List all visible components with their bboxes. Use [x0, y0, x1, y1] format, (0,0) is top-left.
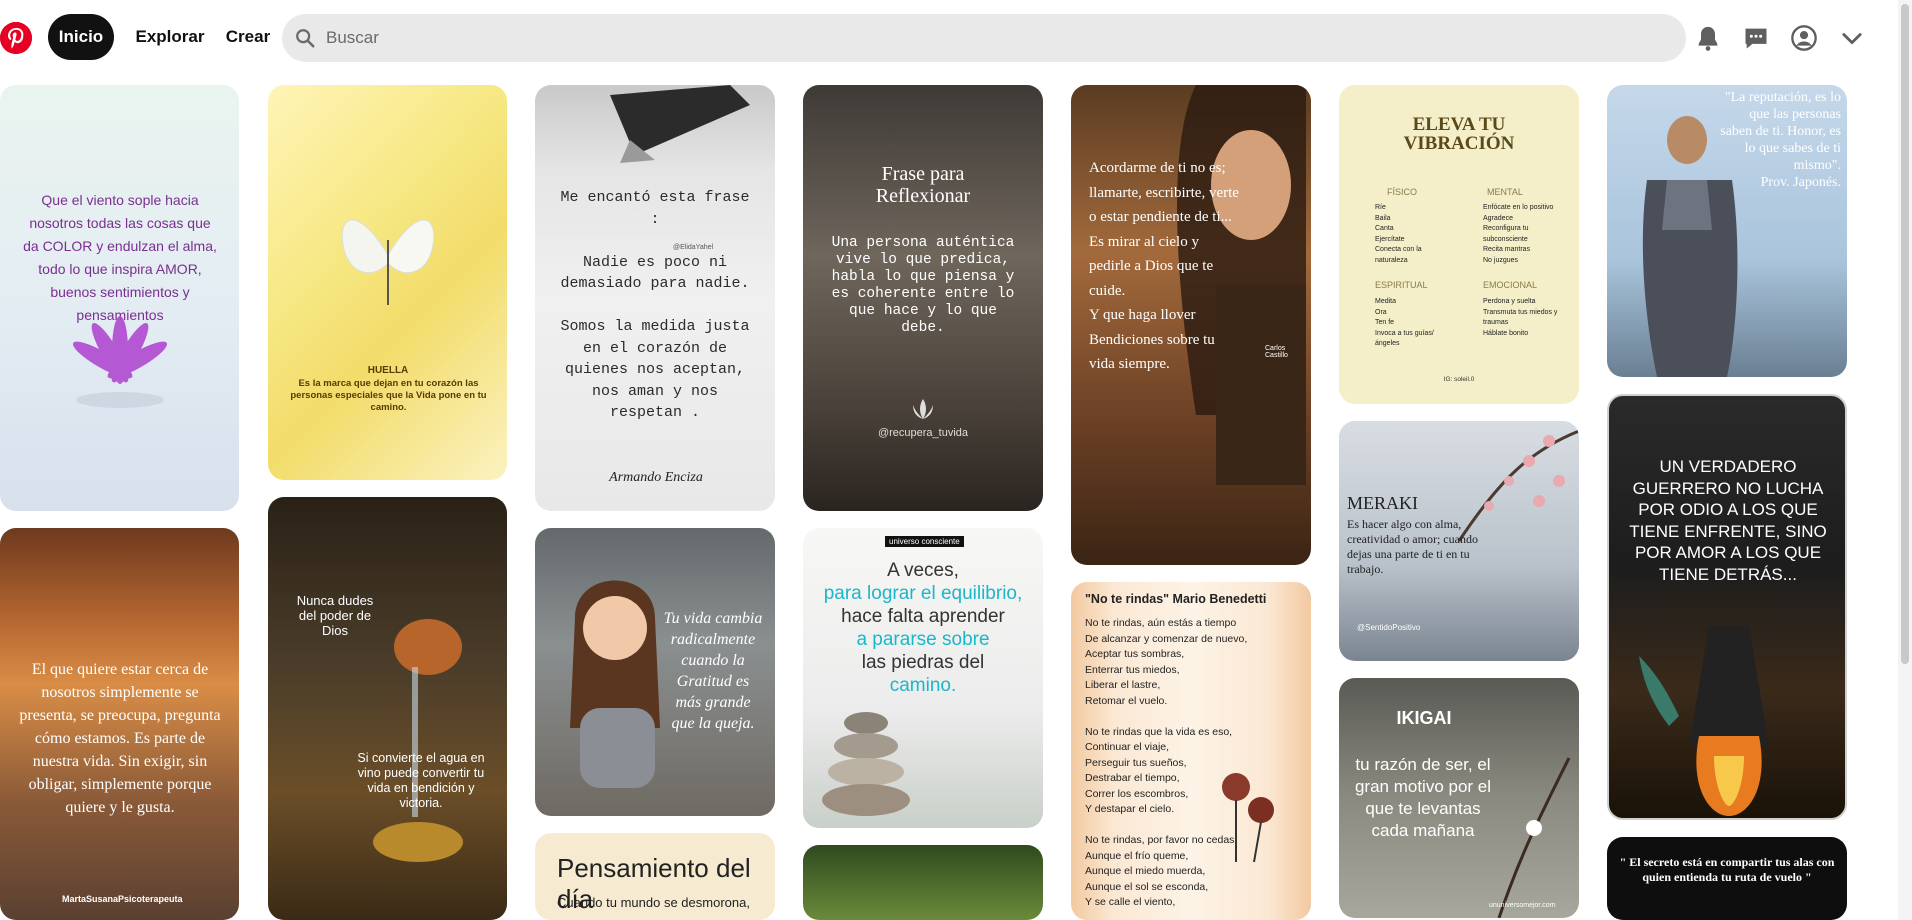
- pin-quote: Es hacer algo con alma, creatividad o am…: [1347, 517, 1478, 576]
- fountain-pen-icon: [610, 85, 750, 163]
- pin-section-heading: EMOCIONAL: [1483, 280, 1538, 290]
- search-bar[interactable]: [282, 14, 1686, 62]
- pin-line-3: hace falta aprender: [841, 606, 1005, 627]
- pin-footer: IG: soleil.0: [1443, 376, 1475, 383]
- pin-card[interactable]: @ElidaYahel Me encantó esta frase : Nadi…: [535, 85, 775, 511]
- pin-grid: Que el viento sople hacia nosotros todas…: [0, 85, 1912, 920]
- pin-handle: @SentidoPositivo: [1357, 623, 1421, 632]
- pin-quote: " El secreto está en compartir tus alas …: [1619, 855, 1835, 884]
- lotus-logo-icon: [913, 399, 933, 419]
- pin-quote: Acordarme de ti no es; llamarte, escribi…: [1089, 160, 1239, 372]
- pin-quote: UN VERDADERO GUERRERO NO LUCHA POR ODIO …: [1629, 457, 1827, 584]
- pin-line-2: para lograr el equilibrio,: [823, 583, 1023, 604]
- pin-title: HUELLA: [367, 365, 409, 376]
- pin-handle: @recupera_tuvida: [877, 427, 969, 439]
- scrollbar-thumb[interactable]: [1901, 4, 1909, 664]
- pin-section-heading: MENTAL: [1487, 187, 1523, 197]
- nav-home-button[interactable]: Inicio: [48, 14, 114, 60]
- pin-quote-top: Nunca dudes del poder de Dios: [296, 593, 374, 638]
- pin-card[interactable]: Tu vida cambia radicalmente cuando la Gr…: [535, 528, 775, 816]
- pin-line-4: a pararse sobre: [856, 629, 990, 650]
- pin-line-1: A veces,: [887, 560, 959, 581]
- water-jar-icon: [373, 619, 463, 862]
- search-input[interactable]: [326, 14, 1666, 62]
- flower-branch-icon: [1497, 757, 1571, 918]
- pin-section-heading: ESPIRITUAL: [1375, 280, 1428, 290]
- pin-card[interactable]: MERAKI Es hacer algo con alma, creativid…: [1339, 421, 1579, 661]
- scrollbar[interactable]: [1898, 0, 1912, 920]
- pin-quote: "La reputación, es lo que las personas s…: [1720, 90, 1841, 190]
- pin-quote: Tu vida cambia radicalmente cuando la Gr…: [663, 610, 763, 732]
- pin-section-list: Enfócate en lo positivo Agradece Reconfi…: [1483, 204, 1554, 264]
- nav-explore-button[interactable]: Explorar: [128, 14, 212, 60]
- butterfly-icon: [341, 219, 435, 305]
- user-circle-icon[interactable]: [1790, 24, 1818, 52]
- pin-card[interactable]: HUELLA Es la marca que dejan en tu coraz…: [268, 85, 507, 480]
- pin-card[interactable]: " El secreto está en compartir tus alas …: [1607, 837, 1847, 920]
- pin-title: "No te rindas" Mario Benedetti: [1085, 592, 1267, 606]
- pin-author: MartaSusanaPsicoterapeuta: [62, 894, 183, 904]
- pin-card[interactable]: Pensamiento del día Cuando tu mundo se d…: [535, 833, 775, 920]
- pin-card[interactable]: Que el viento sople hacia nosotros todas…: [0, 85, 239, 511]
- pin-card[interactable]: IKIGAI tu razón de ser, el gran motivo p…: [1339, 678, 1579, 918]
- pin-card[interactable]: UN VERDADERO GUERRERO NO LUCHA POR ODIO …: [1607, 394, 1847, 820]
- pin-card[interactable]: Acordarme de ti no es; llamarte, escribi…: [1071, 85, 1311, 565]
- pin-line-6: camino.: [889, 675, 957, 696]
- pin-card[interactable]: [803, 845, 1043, 920]
- pin-card[interactable]: ELEVA TU VIBRACIÓN FÍSICO Ríe Baila Cant…: [1339, 85, 1579, 404]
- pinterest-logo-icon[interactable]: [0, 22, 32, 54]
- pin-quote: Me encantó esta frase : Nadie es poco ni…: [560, 189, 750, 421]
- nav-create-button[interactable]: Crear: [220, 14, 276, 60]
- stacked-stones-icon: [822, 712, 910, 816]
- pin-author: Armando Enciza: [609, 470, 703, 485]
- pin-signature: Carlos Castillo: [1265, 345, 1288, 359]
- pin-card[interactable]: El que quiere estar cerca de nosotros si…: [0, 528, 239, 920]
- lotus-flower-icon: [72, 316, 168, 408]
- top-bar: Inicio Explorar Crear: [0, 0, 1912, 78]
- pin-quote: tu razón de ser, el gran motivo por el q…: [1354, 755, 1492, 840]
- pin-title: MERAKI: [1347, 493, 1418, 513]
- pin-quote-bottom: Si convierte el agua en vino puede conve…: [357, 751, 485, 810]
- pin-quote: Cuando tu mundo se desmorona,: [557, 895, 750, 910]
- pin-section-heading: FÍSICO: [1387, 187, 1418, 197]
- cartoon-girl-icon: [570, 580, 660, 788]
- pin-line-5: las piedras del: [861, 652, 985, 673]
- chevron-down-icon[interactable]: [1838, 24, 1866, 52]
- bell-icon[interactable]: [1694, 24, 1722, 52]
- pin-handle: ununiversomejor.com: [1489, 902, 1556, 909]
- search-icon: [296, 29, 315, 48]
- pin-section-list: Medita Ora Ten fe Invoca a tus guías/áng…: [1375, 298, 1434, 347]
- pin-quote: Una persona auténtica vive lo que predic…: [831, 235, 1015, 336]
- pin-tag: universo consciente: [885, 536, 964, 547]
- pin-card[interactable]: "La reputación, es lo que las personas s…: [1607, 85, 1847, 377]
- chat-icon[interactable]: [1742, 24, 1770, 52]
- pin-title: Frase para Reflexionar: [875, 163, 971, 207]
- rose-icon: [1222, 773, 1274, 862]
- pin-title: IKIGAI: [1396, 708, 1452, 728]
- pin-card[interactable]: "No te rindas" Mario Benedetti No te rin…: [1071, 582, 1311, 920]
- pin-section-list: Ríe Baila Canta Ejercítate Conecta con l…: [1375, 204, 1422, 264]
- pin-quote: El que quiere estar cerca de nosotros si…: [19, 661, 221, 816]
- pin-card[interactable]: Nunca dudes del poder de Dios Si convier…: [268, 497, 507, 920]
- warrior-wolf-icon: [1639, 626, 1769, 816]
- pin-card[interactable]: Frase para Reflexionar Una persona autén…: [803, 85, 1043, 511]
- pin-title: ELEVA TU VIBRACIÓN: [1403, 114, 1515, 154]
- pin-card[interactable]: universo consciente A veces, para lograr…: [803, 528, 1043, 828]
- pin-section-list: Perdona y suelta Transmuta tus miedos y …: [1483, 298, 1558, 337]
- pin-quote: Es la marca que dejan en tu corazón las …: [290, 378, 487, 413]
